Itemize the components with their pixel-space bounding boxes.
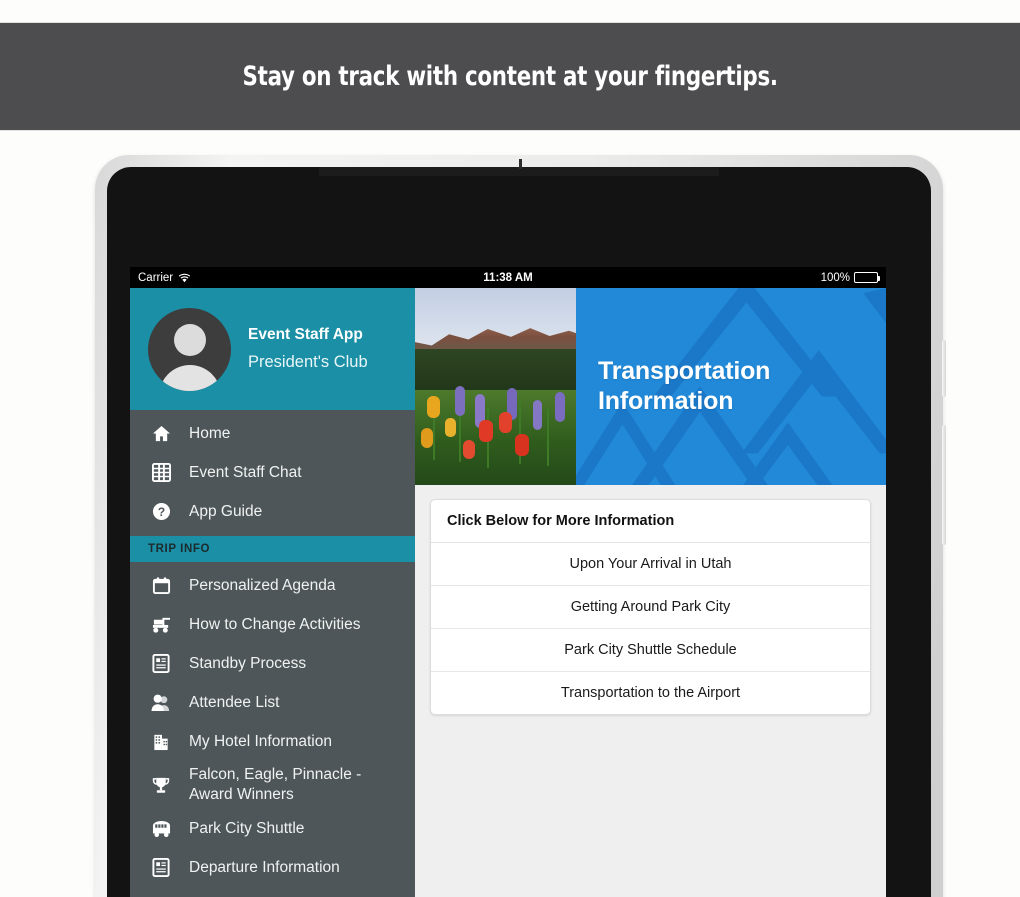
photo-flower bbox=[445, 418, 456, 437]
information-links-card: Click Below for More Information Upon Yo… bbox=[430, 499, 871, 715]
mountain-wildflowers-photo bbox=[415, 288, 576, 485]
home-icon bbox=[148, 425, 174, 443]
sidebar-menu: Home Event Staff Chat ? App Guide TRIP I… bbox=[130, 410, 415, 897]
list-item[interactable]: Transportation to the Airport bbox=[431, 672, 870, 714]
app-title: Event Staff App bbox=[248, 326, 363, 343]
sidebar-profile-header[interactable]: Event Staff App President's Club bbox=[130, 288, 415, 410]
bus-icon bbox=[148, 820, 174, 838]
photo-flower bbox=[427, 396, 440, 418]
sidebar-section-trip-info: TRIP INFO bbox=[130, 536, 415, 562]
sidebar-item-label: Departure Information bbox=[189, 858, 340, 876]
avatar-body bbox=[158, 364, 221, 391]
list-item[interactable]: Upon Your Arrival in Utah bbox=[431, 543, 870, 586]
page-title: Transportation Information bbox=[576, 357, 770, 416]
ios-status-bar: Carrier 11:38 AM 100% bbox=[130, 267, 886, 288]
hero-title-line-2: Information bbox=[598, 386, 734, 415]
sidebar-item-label: Home bbox=[189, 424, 231, 442]
photo-flower bbox=[421, 428, 433, 448]
building-icon bbox=[148, 732, 174, 751]
sidebar-item-label: Attendee List bbox=[189, 693, 280, 711]
battery-percent-label: 100% bbox=[820, 271, 850, 284]
user-avatar-icon bbox=[148, 307, 231, 391]
sidebar-item-label: My Hotel Information bbox=[189, 732, 332, 750]
sidebar-item-departure-information-1[interactable]: Departure Information bbox=[130, 848, 415, 887]
document-list-icon bbox=[148, 654, 174, 673]
sidebar-item-my-hotel-information[interactable]: My Hotel Information bbox=[130, 722, 415, 761]
photo-flower bbox=[463, 440, 475, 459]
antenna-tick bbox=[519, 159, 522, 169]
hero-title-line-1: Transportation bbox=[598, 357, 771, 385]
sidebar-item-label: Personalized Agenda bbox=[189, 576, 336, 594]
photo-flower bbox=[479, 420, 493, 442]
antenna-band bbox=[319, 159, 719, 176]
headline-banner: Stay on track with content at your finge… bbox=[0, 22, 1020, 131]
content-area: Click Below for More Information Upon Yo… bbox=[415, 485, 886, 715]
sidebar-navigation: Event Staff App President's Club Home Ev… bbox=[130, 288, 415, 897]
app-subtitle: President's Club bbox=[248, 353, 368, 371]
main-content-panel: Transportation Information Click Below f… bbox=[415, 288, 886, 897]
status-bar-left: Carrier bbox=[138, 272, 191, 284]
status-bar-clock: 11:38 AM bbox=[483, 271, 533, 284]
question-mark-circle-icon: ? bbox=[148, 502, 174, 521]
sidebar-item-how-to-change-activities[interactable]: How to Change Activities bbox=[130, 605, 415, 644]
sidebar-item-home[interactable]: Home bbox=[130, 414, 415, 453]
sidebar-item-label: Event Staff Chat bbox=[189, 463, 302, 481]
calendar-icon bbox=[148, 576, 174, 595]
list-item[interactable]: Park City Shuttle Schedule bbox=[431, 629, 870, 672]
screenshot-stage: Stay on track with content at your finge… bbox=[0, 0, 1020, 897]
volume-up-button[interactable] bbox=[942, 340, 946, 397]
photo-flower bbox=[533, 400, 542, 430]
app-body: Event Staff App President's Club Home Ev… bbox=[130, 288, 886, 897]
wifi-icon bbox=[178, 273, 191, 283]
avatar-head bbox=[173, 323, 206, 356]
hero-blue-panel: Transportation Information bbox=[576, 288, 886, 485]
volume-down-button[interactable] bbox=[942, 425, 946, 545]
sidebar-item-personalized-agenda[interactable]: Personalized Agenda bbox=[130, 566, 415, 605]
battery-full-icon bbox=[854, 272, 880, 283]
trophy-icon bbox=[148, 776, 174, 795]
sidebar-item-standby-process[interactable]: Standby Process bbox=[130, 644, 415, 683]
sidebar-item-label: Falcon, Eagle, Pinnacle - Award Winners bbox=[189, 766, 362, 803]
sidebar-item-attendee-list[interactable]: Attendee List bbox=[130, 683, 415, 722]
people-icon bbox=[148, 693, 174, 712]
list-item[interactable]: Getting Around Park City bbox=[431, 586, 870, 629]
sidebar-item-label: App Guide bbox=[189, 502, 263, 520]
device-screen: Carrier 11:38 AM 100% Event Staff App Pr… bbox=[130, 267, 886, 897]
card-header-label: Click Below for More Information bbox=[431, 500, 870, 543]
sidebar-item-award-winners[interactable]: Falcon, Eagle, Pinnacle - Award Winners bbox=[130, 761, 415, 809]
headline-text: Stay on track with content at your finge… bbox=[242, 61, 778, 92]
carrier-label: Carrier bbox=[138, 271, 174, 284]
sidebar-item-label: Park City Shuttle bbox=[189, 819, 305, 837]
sidebar-item-departure-information-2[interactable]: Departure Information bbox=[130, 887, 415, 897]
golf-cart-icon bbox=[148, 615, 174, 634]
photo-flower bbox=[547, 408, 549, 466]
hero-banner: Transportation Information bbox=[415, 288, 886, 485]
status-bar-right: 100% bbox=[820, 271, 880, 284]
photo-flower bbox=[515, 434, 529, 456]
film-strip-icon bbox=[148, 463, 174, 482]
sidebar-item-label: How to Change Activities bbox=[189, 615, 361, 633]
photo-flower bbox=[455, 386, 465, 416]
sidebar-item-label: Standby Process bbox=[189, 654, 307, 672]
document-list-icon bbox=[148, 858, 174, 877]
svg-text:?: ? bbox=[157, 505, 164, 519]
profile-text-block: Event Staff App President's Club bbox=[248, 326, 368, 372]
photo-flower bbox=[555, 392, 565, 422]
sidebar-item-event-staff-chat[interactable]: Event Staff Chat bbox=[130, 453, 415, 492]
sidebar-item-park-city-shuttle[interactable]: Park City Shuttle bbox=[130, 809, 415, 848]
sidebar-item-app-guide[interactable]: ? App Guide bbox=[130, 492, 415, 531]
photo-flower bbox=[499, 412, 512, 433]
